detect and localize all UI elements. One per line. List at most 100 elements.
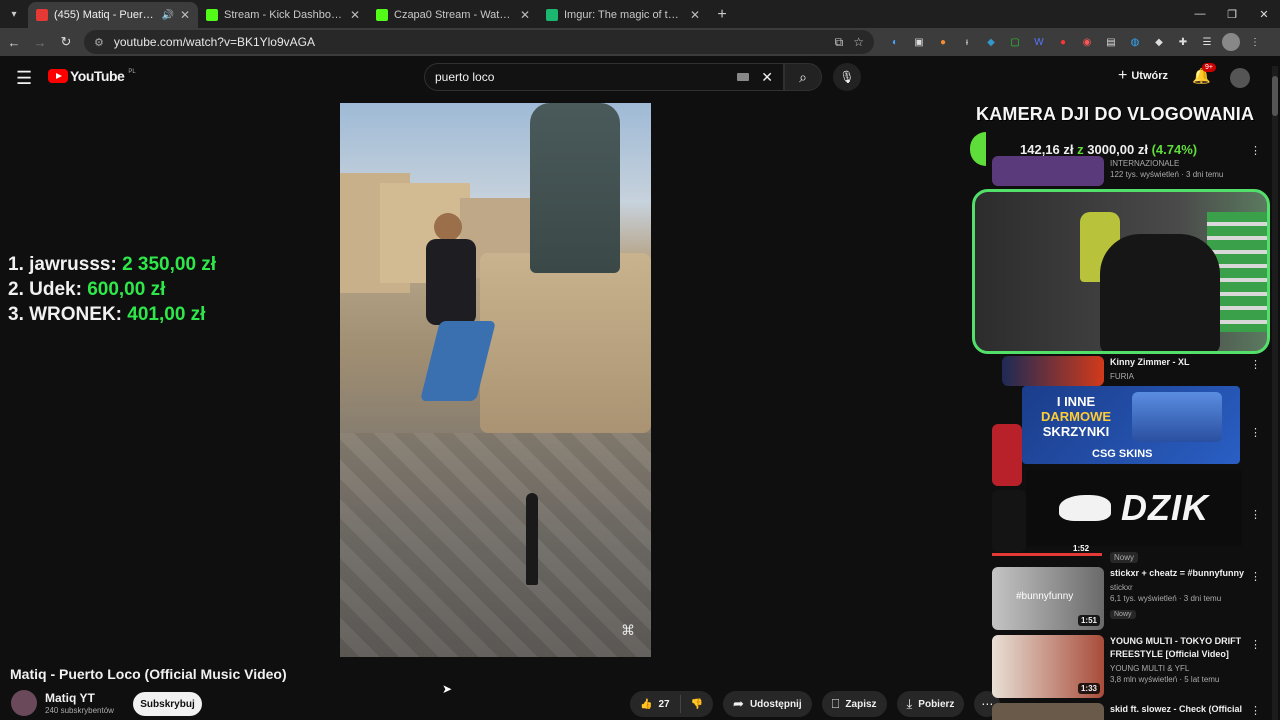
close-tab-icon[interactable]: ✕ (180, 8, 190, 22)
more-options-icon[interactable]: ⋮ (1250, 426, 1261, 439)
extension-icon[interactable]: ▤ (1102, 33, 1120, 51)
subscribe-button[interactable]: Subskrybuj (133, 692, 202, 716)
video-thumbnail[interactable]: 1:33 (992, 635, 1104, 698)
thumbnail-text: #bunnyfunny (1016, 591, 1074, 602)
new-tab-icon[interactable]: + (708, 2, 736, 28)
video-thumbnail[interactable] (992, 703, 1104, 720)
browser-tab-bar: ▾ (455) Matiq - Puerto Loco (Official Mu… (0, 0, 1280, 28)
goal-text: 142,16 zł z 3000,00 zł (4.74%) (1020, 142, 1197, 157)
video-meta: skid ft. slowez - Check (Official (1110, 703, 1250, 720)
video-thumbnail[interactable] (1002, 356, 1104, 386)
search-input[interactable]: puerto loco ✕ (424, 63, 784, 91)
bookmark-star-icon[interactable]: ☆ (853, 35, 864, 49)
extension-icon[interactable]: ◆ (1150, 33, 1168, 51)
channel-avatar[interactable] (11, 690, 37, 716)
window-controls: — ❐ ✕ (1184, 0, 1280, 28)
suggested-video[interactable]: Kinny Zimmer - XL FURIA (1002, 356, 1250, 386)
tab-kick-dashboard[interactable]: Stream - Kick Dashboard ✕ (198, 2, 368, 28)
more-options-icon[interactable]: ⋮ (1250, 704, 1261, 717)
video-thumbnail[interactable] (992, 424, 1022, 486)
clear-search-icon[interactable]: ✕ (761, 69, 773, 86)
account-avatar[interactable] (1230, 68, 1250, 88)
close-tab-icon[interactable]: ✕ (520, 8, 530, 22)
extension-icon[interactable]: ● (1054, 33, 1072, 51)
bollard-image (526, 493, 538, 585)
video-title: Matiq - Puerto Loco (Official Music Vide… (10, 666, 287, 682)
extension-icon[interactable]: ◉ (1078, 33, 1096, 51)
install-app-icon[interactable]: ⧉ (835, 35, 844, 50)
url-text[interactable]: youtube.com/watch?v=BK1Ylo9vAGA (114, 35, 825, 49)
suggested-video[interactable]: INTERNAZIONALE 122 tys. wyświetleń · 3 d… (992, 156, 1250, 186)
video-duration: 1:52 (1073, 544, 1090, 553)
download-button[interactable]: ⤓ Pobierz (896, 691, 965, 717)
back-icon[interactable]: ← (2, 30, 26, 54)
restore-icon[interactable]: ❐ (1216, 0, 1248, 28)
create-button[interactable]: + Utwórz (1118, 67, 1168, 85)
close-tab-icon[interactable]: ✕ (350, 8, 360, 22)
close-window-icon[interactable]: ✕ (1248, 0, 1280, 28)
extension-icon[interactable]: ◍ (1126, 33, 1144, 51)
extension-icon[interactable]: ● (934, 33, 952, 51)
kick-favicon-icon (376, 9, 388, 21)
forward-icon[interactable]: → (28, 30, 52, 54)
pavement-image (340, 433, 651, 657)
reading-list-icon[interactable]: ☰ (1198, 33, 1216, 51)
search-value[interactable]: puerto loco (435, 70, 737, 84)
tab-search-icon[interactable]: ▾ (0, 0, 28, 28)
voice-search-button[interactable]: 🎙 (833, 63, 861, 91)
like-button[interactable]: 👍 27 (630, 695, 681, 713)
profile-avatar-icon[interactable] (1222, 33, 1240, 51)
share-button[interactable]: ➦ Udostępnij (723, 691, 812, 717)
extension-icon[interactable]: ▢ (1006, 33, 1024, 51)
page-scrollbar[interactable] (1272, 66, 1278, 720)
imgur-favicon-icon (546, 9, 558, 21)
notifications-bell-icon[interactable]: 🔔 9+ (1192, 63, 1216, 85)
audio-icon[interactable]: 🔊 (161, 10, 173, 21)
video-meta: stickxr + cheatz = #bunnyfunny stickxr 6… (1110, 567, 1250, 630)
new-badge: Nowy (1110, 610, 1136, 619)
extension-icon[interactable]: ᵻ (958, 33, 976, 51)
more-options-icon[interactable]: ⋮ (1250, 508, 1261, 521)
youtube-logo[interactable]: YouTube PL (48, 68, 136, 84)
video-duration: 1:33 (1077, 683, 1100, 694)
more-options-icon[interactable]: ⋮ (1250, 638, 1261, 651)
save-button[interactable]: ⎕ Zapisz (821, 691, 887, 717)
more-options-icon[interactable]: ⋮ (1250, 358, 1261, 371)
hamburger-menu-icon[interactable]: ☰ (16, 68, 32, 89)
reload-icon[interactable]: ↻ (54, 30, 78, 54)
more-options-icon[interactable]: ⋮ (1250, 144, 1261, 157)
suggested-video[interactable]: #bunnyfunny 1:51 stickxr + cheatz = #bun… (992, 567, 1250, 630)
video-thumbnail[interactable] (992, 156, 1104, 186)
video-thumbnail[interactable]: #bunnyfunny 1:51 (992, 567, 1104, 630)
goal-percent: (4.74%) (1151, 142, 1198, 157)
extension-icon[interactable]: ◆ (982, 33, 1000, 51)
extension-icon[interactable]: W (1030, 33, 1048, 51)
video-thumbnail[interactable] (992, 490, 1026, 552)
site-info-icon[interactable]: ⚙ (94, 36, 104, 49)
channel-name[interactable]: Matiq YT (45, 691, 95, 705)
logo-word: YouTube (70, 68, 125, 84)
video-player[interactable]: ⌘ (340, 103, 651, 657)
more-options-icon[interactable]: ⋮ (1250, 570, 1261, 583)
dislike-button[interactable]: 👎 (681, 699, 713, 710)
leaderboard-row: 1. jawrusss: 2 350,00 zł (8, 252, 216, 277)
suggested-video[interactable]: 1:33 YOUNG MULTI - TOKYO DRIFT FREESTYLE… (992, 635, 1250, 698)
extensions-puzzle-icon[interactable]: ✚ (1174, 33, 1192, 51)
search-button[interactable]: ⌕ (784, 63, 822, 91)
address-bar[interactable]: ⚙ youtube.com/watch?v=BK1Ylo9vAGA ⧉ ☆ (84, 30, 874, 54)
extension-icon[interactable]: ▣ (910, 33, 928, 51)
notification-badge: 9+ (1202, 63, 1216, 72)
extension-icon[interactable]: ◐ (886, 33, 904, 51)
youtube-favicon-icon (36, 9, 48, 21)
scrollbar-thumb[interactable] (1272, 76, 1278, 116)
keyboard-icon[interactable] (737, 73, 750, 81)
suggested-video[interactable]: skid ft. slowez - Check (Official (992, 703, 1250, 720)
tab-kick-stream[interactable]: Czapa0 Stream - Watch Live on Kick ✕ (368, 2, 538, 28)
browser-menu-icon[interactable]: ⋮ (1246, 33, 1264, 51)
tab-youtube[interactable]: (455) Matiq - Puerto Loco (Official Musi… (28, 2, 198, 28)
leader-name: 1. jawrusss: (8, 254, 117, 275)
minimize-icon[interactable]: — (1184, 0, 1216, 28)
close-tab-icon[interactable]: ✕ (690, 8, 700, 22)
fountain-basin-image (480, 253, 651, 433)
tab-imgur[interactable]: Imgur: The magic of the Internet ✕ (538, 2, 708, 28)
